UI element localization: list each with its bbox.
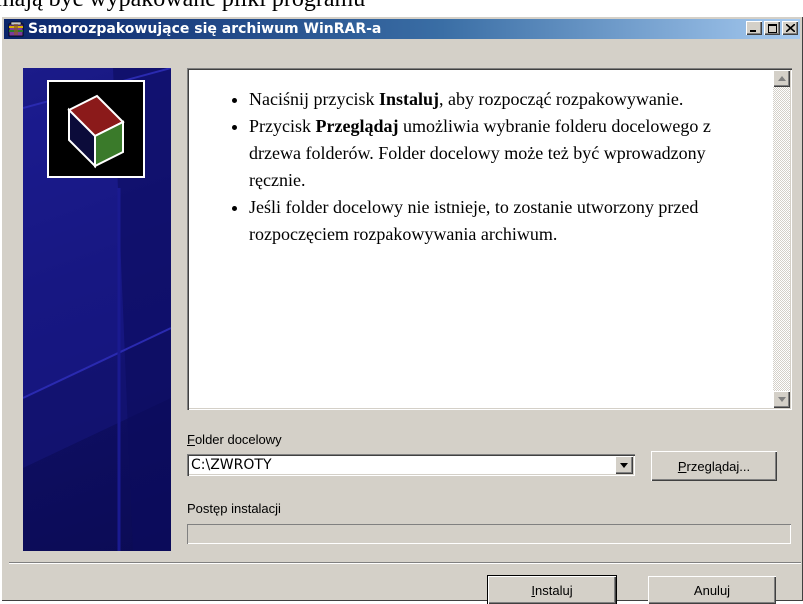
- title-bar[interactable]: Samorozpakowujące się archiwum WinRAR-a: [4, 19, 800, 39]
- instructions-list: Naciśnij przycisk Instaluj, aby rozpoczą…: [225, 86, 745, 248]
- instruction-item: Jeśli folder docelowy nie istnieje, to z…: [249, 194, 745, 248]
- sfx-dialog-window: Samorozpakowujące się archiwum WinRAR-a: [1, 16, 803, 604]
- maximize-button[interactable]: [764, 21, 780, 35]
- minimize-button[interactable]: [746, 21, 762, 35]
- instruction-item: Przycisk Przeglądaj umożliwia wybranie f…: [249, 113, 745, 194]
- install-progress-bar: [187, 524, 791, 544]
- chevron-down-icon: [620, 462, 628, 468]
- arrow-down-icon: [777, 397, 786, 402]
- instruction-item: Naciśnij przycisk Instaluj, aby rozpoczą…: [249, 86, 745, 113]
- winrar-archive-icon: [8, 21, 24, 37]
- instructions-text: Naciśnij przycisk Instaluj, aby rozpoczą…: [225, 86, 745, 248]
- minimize-icon: [750, 30, 756, 32]
- archive-book-icon: [49, 82, 143, 176]
- destination-folder-combobox[interactable]: C:\ZWROTY: [187, 454, 635, 476]
- dropdown-button[interactable]: [615, 456, 633, 474]
- install-button[interactable]: Instaluj: [488, 576, 616, 604]
- footer-separator: [9, 562, 801, 564]
- instructions-panel: Naciśnij przycisk Instaluj, aby rozpoczą…: [187, 68, 792, 410]
- maximize-icon: [767, 23, 777, 33]
- install-progress-label: Postęp instalacji: [187, 501, 281, 516]
- vertical-scrollbar[interactable]: [773, 70, 790, 408]
- background-caption: mają być wypakowane pliki programu: [0, 0, 365, 13]
- scroll-up-button[interactable]: [773, 70, 790, 87]
- scroll-down-button[interactable]: [773, 391, 790, 408]
- destination-folder-value[interactable]: C:\ZWROTY: [191, 457, 272, 473]
- arrow-up-icon: [777, 76, 786, 81]
- close-icon: [785, 24, 795, 32]
- browse-button[interactable]: Przeglądaj...: [651, 451, 777, 481]
- cancel-button[interactable]: Anuluj: [648, 576, 776, 604]
- window-title: Samorozpakowujące się archiwum WinRAR-a: [28, 21, 382, 37]
- close-button[interactable]: [782, 21, 798, 35]
- destination-folder-label: Folder docelowy: [187, 432, 282, 447]
- side-banner: [23, 68, 171, 551]
